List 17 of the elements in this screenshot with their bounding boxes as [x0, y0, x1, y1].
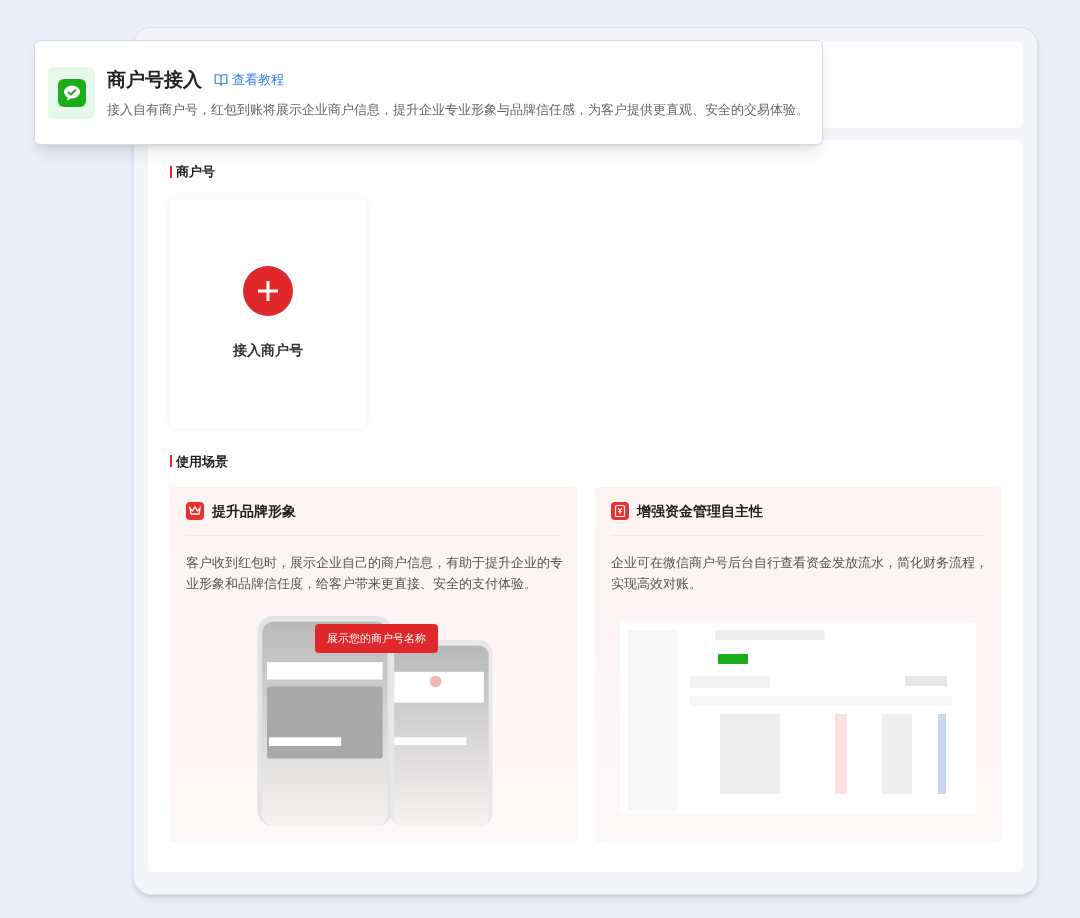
- book-icon: [214, 72, 228, 87]
- section-heading: 商户号: [176, 163, 215, 181]
- add-merchant-card[interactable]: 接入商户号: [170, 197, 366, 428]
- section-heading: 使用场景: [176, 452, 228, 471]
- add-merchant-label: 接入商户号: [233, 340, 303, 360]
- popup-title: 商户号接入: [107, 67, 202, 92]
- popup-description: 接入自有商户号，红包到账将展示企业商户信息，提升企业专业形象与品牌信任感，为客户提供更直观、安全的交易体验。: [107, 101, 809, 119]
- merchant-name-badge: 展示您的商户号名称: [315, 624, 439, 653]
- card-title: 提升品牌形象: [212, 501, 296, 521]
- chat-bubble-icon: [48, 66, 95, 119]
- yen-icon: [610, 502, 629, 520]
- card-description: 企业可在微信商户号后台自行查看资金发放流水，简化财务流程，实现高效对账。: [610, 554, 989, 593]
- tutorial-link[interactable]: 查看教程: [214, 70, 284, 90]
- crown-icon: [186, 502, 204, 520]
- plus-icon: [243, 265, 293, 316]
- card-title: 增强资金管理自主性: [636, 501, 763, 521]
- card-description: 客户收到红包时，展示企业自己的商户信息，有助于提升企业的专业形象和品牌信任度，给客户带来更直接、安全的支付体验。: [186, 554, 564, 593]
